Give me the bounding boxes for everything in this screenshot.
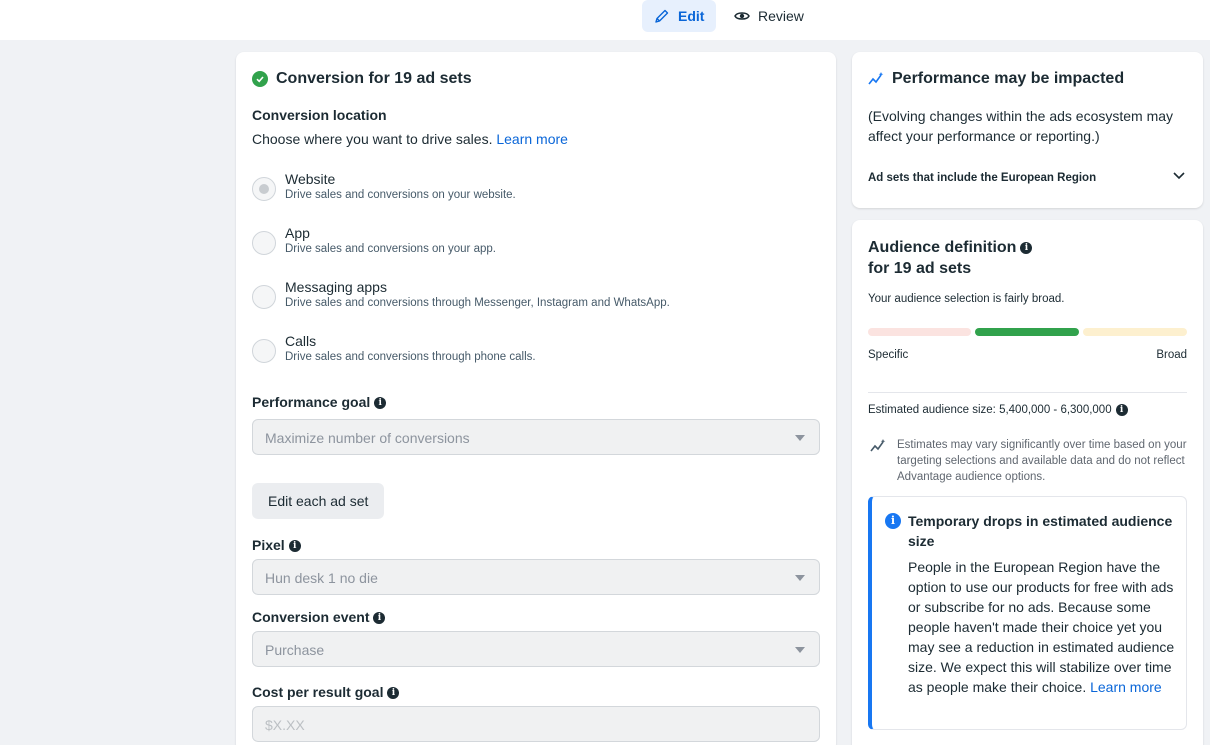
notice-body: People in the European Region have the o… bbox=[908, 557, 1180, 697]
audience-card: Audience definition i for 19 ad sets Your… bbox=[852, 220, 1203, 745]
estimated-label: Estimated audience size: bbox=[868, 404, 996, 417]
meter-active-segment bbox=[975, 328, 1079, 336]
info-icon[interactable]: i bbox=[1020, 241, 1033, 254]
performance-title: Performance may be impacted bbox=[892, 70, 1125, 87]
audience-title-line1: Audience definition bbox=[868, 239, 1017, 256]
trend-sparkle-icon bbox=[868, 72, 884, 85]
radio-title: Messaging apps bbox=[285, 279, 387, 295]
radio-desc: Drive sales and conversions on your webs… bbox=[285, 189, 516, 201]
select-value: Hun desk 1 no die bbox=[265, 570, 378, 586]
audience-title: Audience definition i for 19 ad sets bbox=[868, 237, 1033, 279]
chevron-down-icon bbox=[1173, 172, 1185, 180]
learn-more-link[interactable]: Learn more bbox=[496, 131, 568, 147]
meter-specific-label: Specific bbox=[868, 349, 909, 361]
check-circle-icon bbox=[252, 71, 268, 87]
pencil-icon bbox=[655, 9, 669, 23]
pixel-label-text: Pixel bbox=[252, 537, 285, 553]
conversion-location-label: Conversion location bbox=[252, 107, 387, 123]
info-icon[interactable]: i bbox=[374, 397, 387, 410]
info-icon[interactable]: i bbox=[1115, 404, 1128, 416]
radio-desc: Drive sales and conversions through Mess… bbox=[285, 297, 670, 309]
conversion-header: Conversion for 19 ad sets bbox=[252, 70, 472, 88]
tab-edit-label: Edit bbox=[678, 8, 705, 24]
estimated-audience-size: Estimated audience size: 5,400,000 - 6,3… bbox=[868, 404, 1128, 416]
performance-header: Performance may be impacted bbox=[868, 70, 1124, 88]
european-region-accordion[interactable]: Ad sets that include the European Region bbox=[868, 168, 1187, 186]
info-icon[interactable]: i bbox=[387, 687, 400, 700]
radio-option-messaging-apps[interactable]: Messaging apps Drive sales and conversio… bbox=[252, 279, 812, 319]
performance-card: Performance may be impacted (Evolving ch… bbox=[852, 52, 1203, 208]
performance-goal-select[interactable]: Maximize number of conversions bbox=[252, 419, 820, 455]
radio-desc: Drive sales and conversions through phon… bbox=[285, 351, 536, 363]
location-desc-text: Choose where you want to drive sales. bbox=[252, 131, 493, 147]
conversion-event-select[interactable]: Purchase bbox=[252, 631, 820, 667]
conversion-card: Conversion for 19 ad sets Conversion loc… bbox=[236, 52, 836, 745]
tab-review-label: Review bbox=[758, 8, 804, 24]
radio-option-website[interactable]: Website Drive sales and conversions on y… bbox=[252, 171, 812, 211]
trend-sparkle-icon bbox=[870, 439, 886, 452]
cost-per-result-goal-label: Cost per result goal i bbox=[252, 684, 400, 700]
eye-icon bbox=[734, 12, 750, 20]
tab-edit[interactable]: Edit bbox=[642, 0, 717, 32]
notice-learn-more-link[interactable]: Learn more bbox=[1090, 679, 1162, 695]
radio-option-app[interactable]: App Drive sales and conversions on your … bbox=[252, 225, 812, 265]
temporary-drops-notice: i Temporary drops in estimated audience … bbox=[868, 496, 1187, 730]
cost-per-result-input[interactable]: $X.XX bbox=[252, 706, 820, 742]
conversion-event-label: Conversion event i bbox=[252, 609, 386, 625]
input-placeholder: $X.XX bbox=[265, 717, 305, 733]
caret-down-icon bbox=[795, 575, 805, 581]
estimate-note: Estimates may vary significantly over ti… bbox=[897, 439, 1187, 483]
edit-each-ad-set-button[interactable]: Edit each ad set bbox=[252, 483, 385, 519]
meter-broad-segment bbox=[1083, 328, 1187, 336]
conversion-title: Conversion for 19 ad sets bbox=[276, 70, 472, 87]
radio-title: Website bbox=[285, 171, 336, 187]
meter-specific-segment bbox=[868, 328, 971, 336]
caret-down-icon bbox=[795, 435, 805, 441]
radio-button[interactable] bbox=[252, 231, 276, 255]
radio-title: App bbox=[285, 225, 310, 241]
divider bbox=[868, 392, 1187, 393]
radio-button[interactable] bbox=[252, 285, 276, 309]
info-icon[interactable]: i bbox=[288, 540, 301, 553]
cost-goal-text: Cost per result goal bbox=[252, 684, 384, 700]
performance-goal-label: Performance goal i bbox=[252, 394, 387, 410]
caret-down-icon bbox=[795, 647, 805, 653]
select-value: Purchase bbox=[265, 642, 325, 658]
accordion-label: Ad sets that include the European Region bbox=[868, 172, 1097, 184]
top-bar: Edit Review bbox=[0, 0, 1210, 40]
radio-desc: Drive sales and conversions on your app. bbox=[285, 243, 496, 255]
radio-button[interactable] bbox=[252, 339, 276, 363]
meter-broad-label: Broad bbox=[1156, 349, 1187, 361]
radio-option-calls[interactable]: Calls Drive sales and conversions throug… bbox=[252, 333, 812, 373]
conversion-location-desc: Choose where you want to drive sales. Le… bbox=[252, 131, 568, 147]
select-value: Maximize number of conversions bbox=[265, 430, 470, 446]
tab-review[interactable]: Review bbox=[722, 0, 816, 32]
pixel-label: Pixel i bbox=[252, 537, 301, 553]
audience-selection-text: Your audience selection is fairly broad. bbox=[868, 293, 1065, 305]
pixel-select[interactable]: Hun desk 1 no die bbox=[252, 559, 820, 595]
radio-title: Calls bbox=[285, 333, 317, 349]
info-icon[interactable]: i bbox=[373, 612, 386, 625]
info-icon: i bbox=[885, 513, 901, 529]
estimated-value: 5,400,000 - 6,300,000 bbox=[999, 404, 1112, 417]
performance-goal-text: Performance goal bbox=[252, 394, 371, 410]
notice-title: Temporary drops in estimated audience si… bbox=[908, 513, 1173, 549]
audience-title-line2: for 19 ad sets bbox=[868, 260, 972, 277]
radio-button[interactable] bbox=[252, 177, 276, 201]
performance-desc: (Evolving changes within the ads ecosyst… bbox=[868, 108, 1174, 144]
conversion-event-text: Conversion event bbox=[252, 609, 370, 625]
notice-body-text: People in the European Region have the o… bbox=[908, 559, 1175, 695]
